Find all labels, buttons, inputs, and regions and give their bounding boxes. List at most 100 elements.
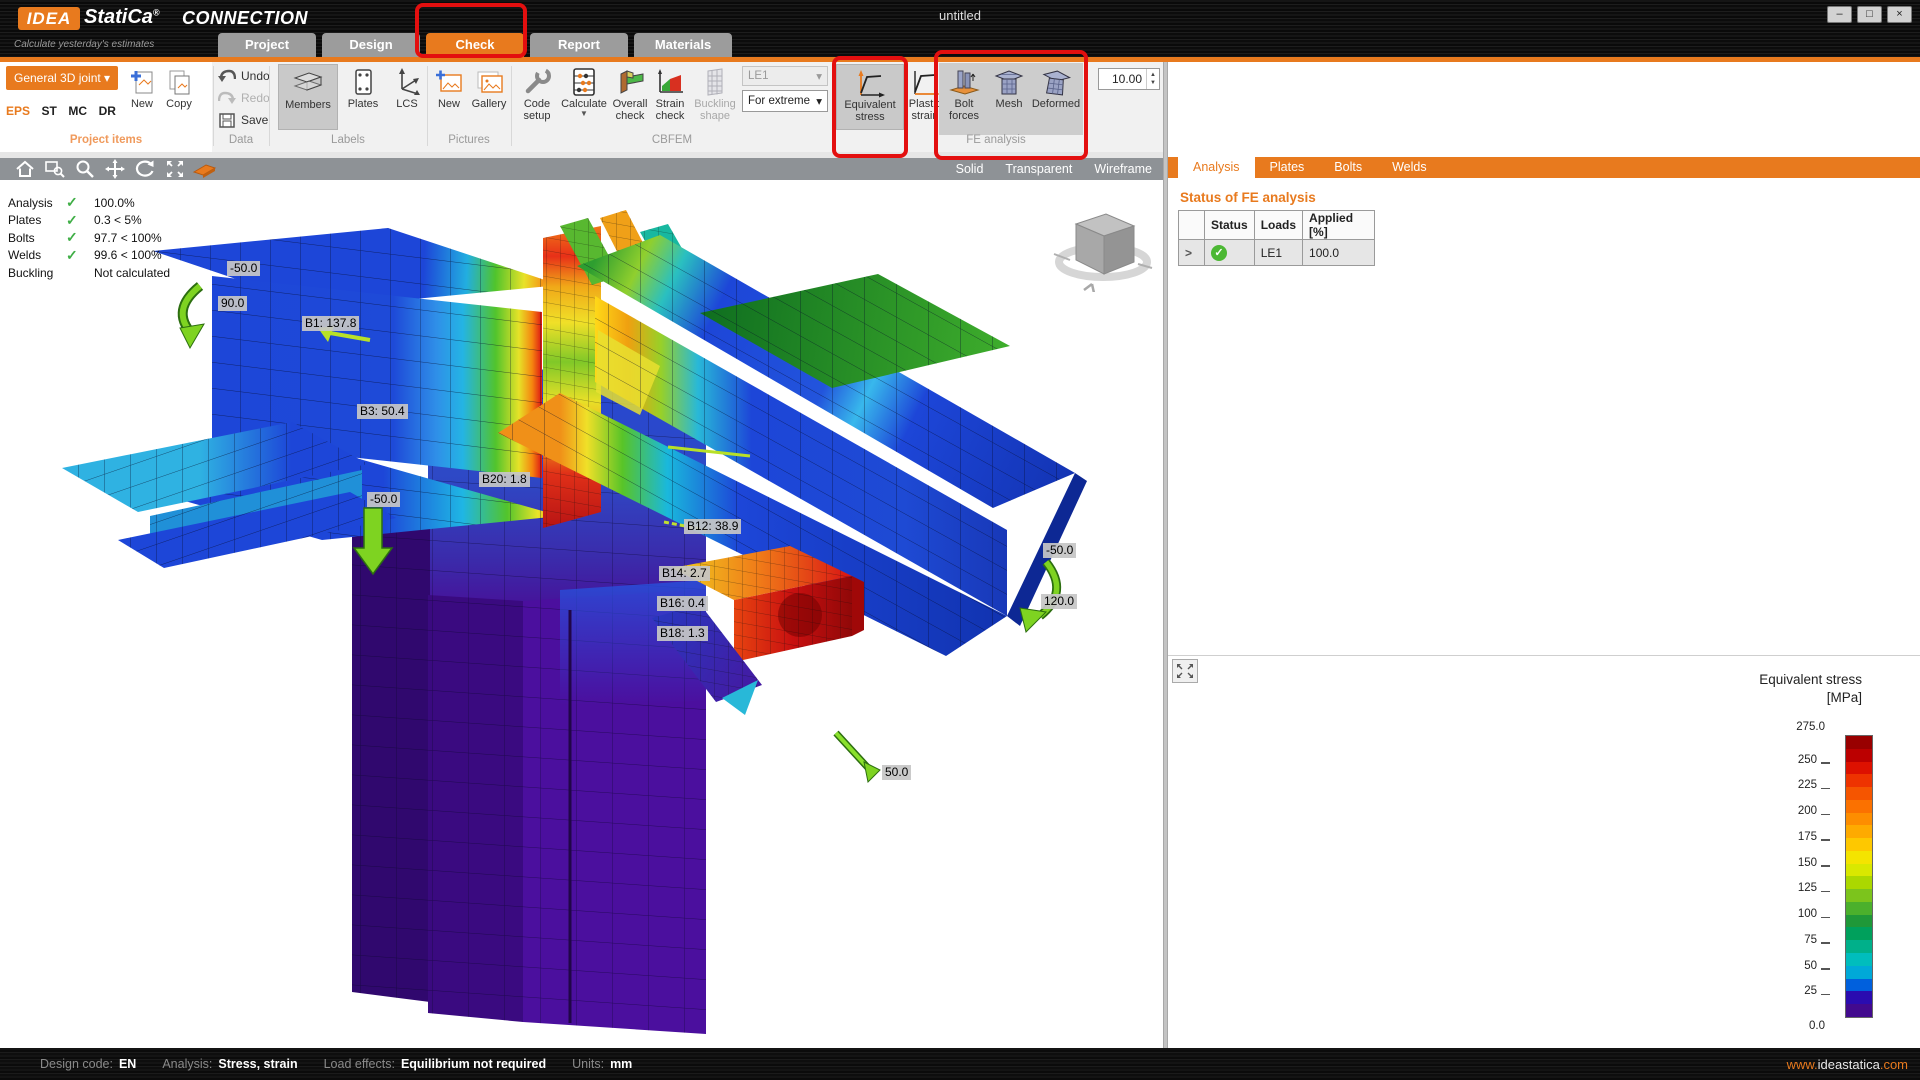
legend-color-band — [1846, 915, 1872, 928]
tab-welds[interactable]: Welds — [1377, 157, 1442, 178]
pan-button[interactable] — [100, 158, 130, 180]
gallery-button[interactable]: Gallery — [468, 64, 510, 130]
code-st[interactable]: ST — [42, 104, 57, 118]
website-link[interactable]: www.ideastatica.com — [1787, 1057, 1908, 1072]
chevron-down-icon: ▾ — [816, 94, 822, 108]
tab-materials[interactable]: Materials — [634, 33, 732, 57]
render-mode-wireframe[interactable]: Wireframe — [1094, 162, 1152, 176]
tab-plates[interactable]: Plates — [1255, 157, 1320, 178]
model-viewport: Analysis✓100.0%Plates✓0.3 < 5%Bolts✓97.7… — [0, 180, 1163, 1048]
check-pass-icon: ✓ — [66, 247, 94, 264]
deformed-button[interactable]: Deformed — [1031, 64, 1081, 130]
product-name: CONNECTION — [182, 8, 308, 29]
tab-bolts[interactable]: Bolts — [1319, 157, 1377, 178]
tab-check[interactable]: Check — [426, 33, 524, 57]
splitter-expand-button[interactable] — [1172, 659, 1198, 683]
button-label: Code setup — [524, 98, 551, 123]
design-code-switch: EPS ST MC DR — [6, 104, 116, 118]
button-label: Mesh — [996, 98, 1023, 110]
group-label-labels: Labels — [269, 134, 427, 150]
tab-analysis[interactable]: Analysis — [1178, 157, 1255, 178]
equivalent-stress-button[interactable]: Equivalent stress — [836, 64, 904, 130]
code-eps[interactable]: EPS — [6, 104, 30, 118]
overall-check-button[interactable]: Overall check — [610, 64, 650, 130]
close-button[interactable]: × — [1887, 6, 1912, 23]
render-mode-solid[interactable]: Solid — [956, 162, 984, 176]
idea-logo: IDEA — [18, 7, 80, 30]
deformed-scale-stepper[interactable]: 10.00 ▲▼ — [1098, 68, 1160, 90]
viewport-toolbar: Solid Transparent Wireframe — [0, 158, 1166, 180]
code-setup-button[interactable]: Code setup — [516, 64, 558, 130]
home-view-button[interactable] — [10, 158, 40, 180]
redo-button[interactable]: Redo — [218, 88, 274, 108]
extreme-mode-dropdown[interactable]: For extreme▾ — [742, 90, 828, 112]
applied-cell: 100.0 — [1303, 240, 1375, 266]
check-pass-icon: ✓ — [66, 194, 94, 211]
fit-view-button[interactable] — [160, 158, 190, 180]
down-arrow-icon[interactable]: ▼ — [1150, 79, 1156, 87]
table-row[interactable]: > ✓ LE1 100.0 — [1179, 240, 1375, 266]
joint-type-value: General 3D joint — [14, 66, 101, 90]
legend-color-band — [1846, 991, 1872, 1004]
members-labels-toggle[interactable]: Members — [278, 64, 338, 130]
load-case-dropdown[interactable]: LE1▾ — [742, 66, 828, 86]
row-expander[interactable]: > — [1179, 240, 1205, 266]
legend-tick-labels: 250225200175150125100755025 — [1760, 735, 1825, 1018]
weld-display-button[interactable] — [190, 158, 220, 180]
legend-color-band — [1846, 736, 1872, 749]
panel-splitter-horizontal[interactable] — [1168, 655, 1920, 656]
dropdown-arrow: ▼ — [580, 110, 588, 119]
zoom-button[interactable] — [70, 158, 100, 180]
mesh-button[interactable]: Mesh — [988, 64, 1030, 130]
load-case-value: LE1 — [748, 70, 768, 82]
copy-project-button[interactable]: Copy — [160, 64, 198, 130]
status-ok-icon: ✓ — [1211, 245, 1227, 261]
legend-tick-label: 250 — [1798, 754, 1817, 766]
buckling-shape-button[interactable]: Buckling shape — [690, 64, 740, 130]
fe-model-canvas[interactable] — [0, 180, 1163, 1048]
check-item-value: 100.0% — [94, 196, 135, 210]
statusbar-item: Analysis:Stress, strain — [162, 1057, 297, 1071]
maximize-button[interactable]: □ — [1857, 6, 1882, 23]
legend-color-band — [1846, 749, 1872, 762]
loads-cell: LE1 — [1254, 240, 1302, 266]
bolt-forces-button[interactable]: Bolt forces — [941, 64, 987, 130]
undo-button[interactable]: Undo — [218, 66, 274, 86]
tab-project[interactable]: Project — [218, 33, 316, 57]
column-loads: Loads — [1254, 211, 1302, 240]
calculate-button[interactable]: Calculate ▼ — [559, 64, 609, 130]
up-arrow-icon[interactable]: ▲ — [1150, 71, 1156, 79]
rotate-button[interactable] — [130, 158, 160, 180]
minimize-button[interactable]: – — [1827, 6, 1852, 23]
code-dr[interactable]: DR — [99, 104, 116, 118]
overall-check-icon — [615, 66, 645, 98]
render-mode-transparent[interactable]: Transparent — [1005, 162, 1072, 176]
tab-design[interactable]: Design — [322, 33, 420, 57]
stepper-arrows[interactable]: ▲▼ — [1146, 69, 1159, 89]
group-label-project-items: Project items — [0, 134, 212, 150]
lcs-labels-toggle[interactable]: LCS — [388, 64, 426, 130]
legend-tick-label: 225 — [1798, 779, 1817, 791]
code-mc[interactable]: MC — [68, 104, 87, 118]
group-label-cbfem: CBFEM — [511, 134, 833, 150]
strain-check-button[interactable]: Strain check — [651, 64, 689, 130]
undo-icon — [218, 69, 236, 83]
joint-type-dropdown[interactable]: General 3D joint▾ — [6, 66, 118, 90]
new-picture-button[interactable]: New — [431, 64, 467, 130]
statusbar-label: Analysis: — [162, 1057, 212, 1071]
new-project-button[interactable]: New — [124, 64, 160, 130]
legend-tick-label: 25 — [1804, 985, 1817, 997]
tab-report[interactable]: Report — [530, 33, 628, 57]
button-label: Deformed — [1032, 98, 1080, 110]
zoom-window-button[interactable] — [40, 158, 70, 180]
i-beam-icon — [292, 67, 324, 99]
statusbar-item: Units:mm — [572, 1057, 632, 1071]
title-bar: IDEA StatiCa® Calculate yesterday's esti… — [0, 0, 1920, 57]
plates-labels-toggle[interactable]: LCS Plates — [340, 64, 386, 130]
save-button[interactable]: Save — [218, 110, 274, 130]
scale-value: 10.00 — [1099, 72, 1146, 86]
statusbar-label: Units: — [572, 1057, 604, 1071]
view-cube[interactable] — [1048, 202, 1158, 292]
check-pass-icon: ✓ — [66, 212, 94, 229]
legend-color-band — [1846, 953, 1872, 966]
